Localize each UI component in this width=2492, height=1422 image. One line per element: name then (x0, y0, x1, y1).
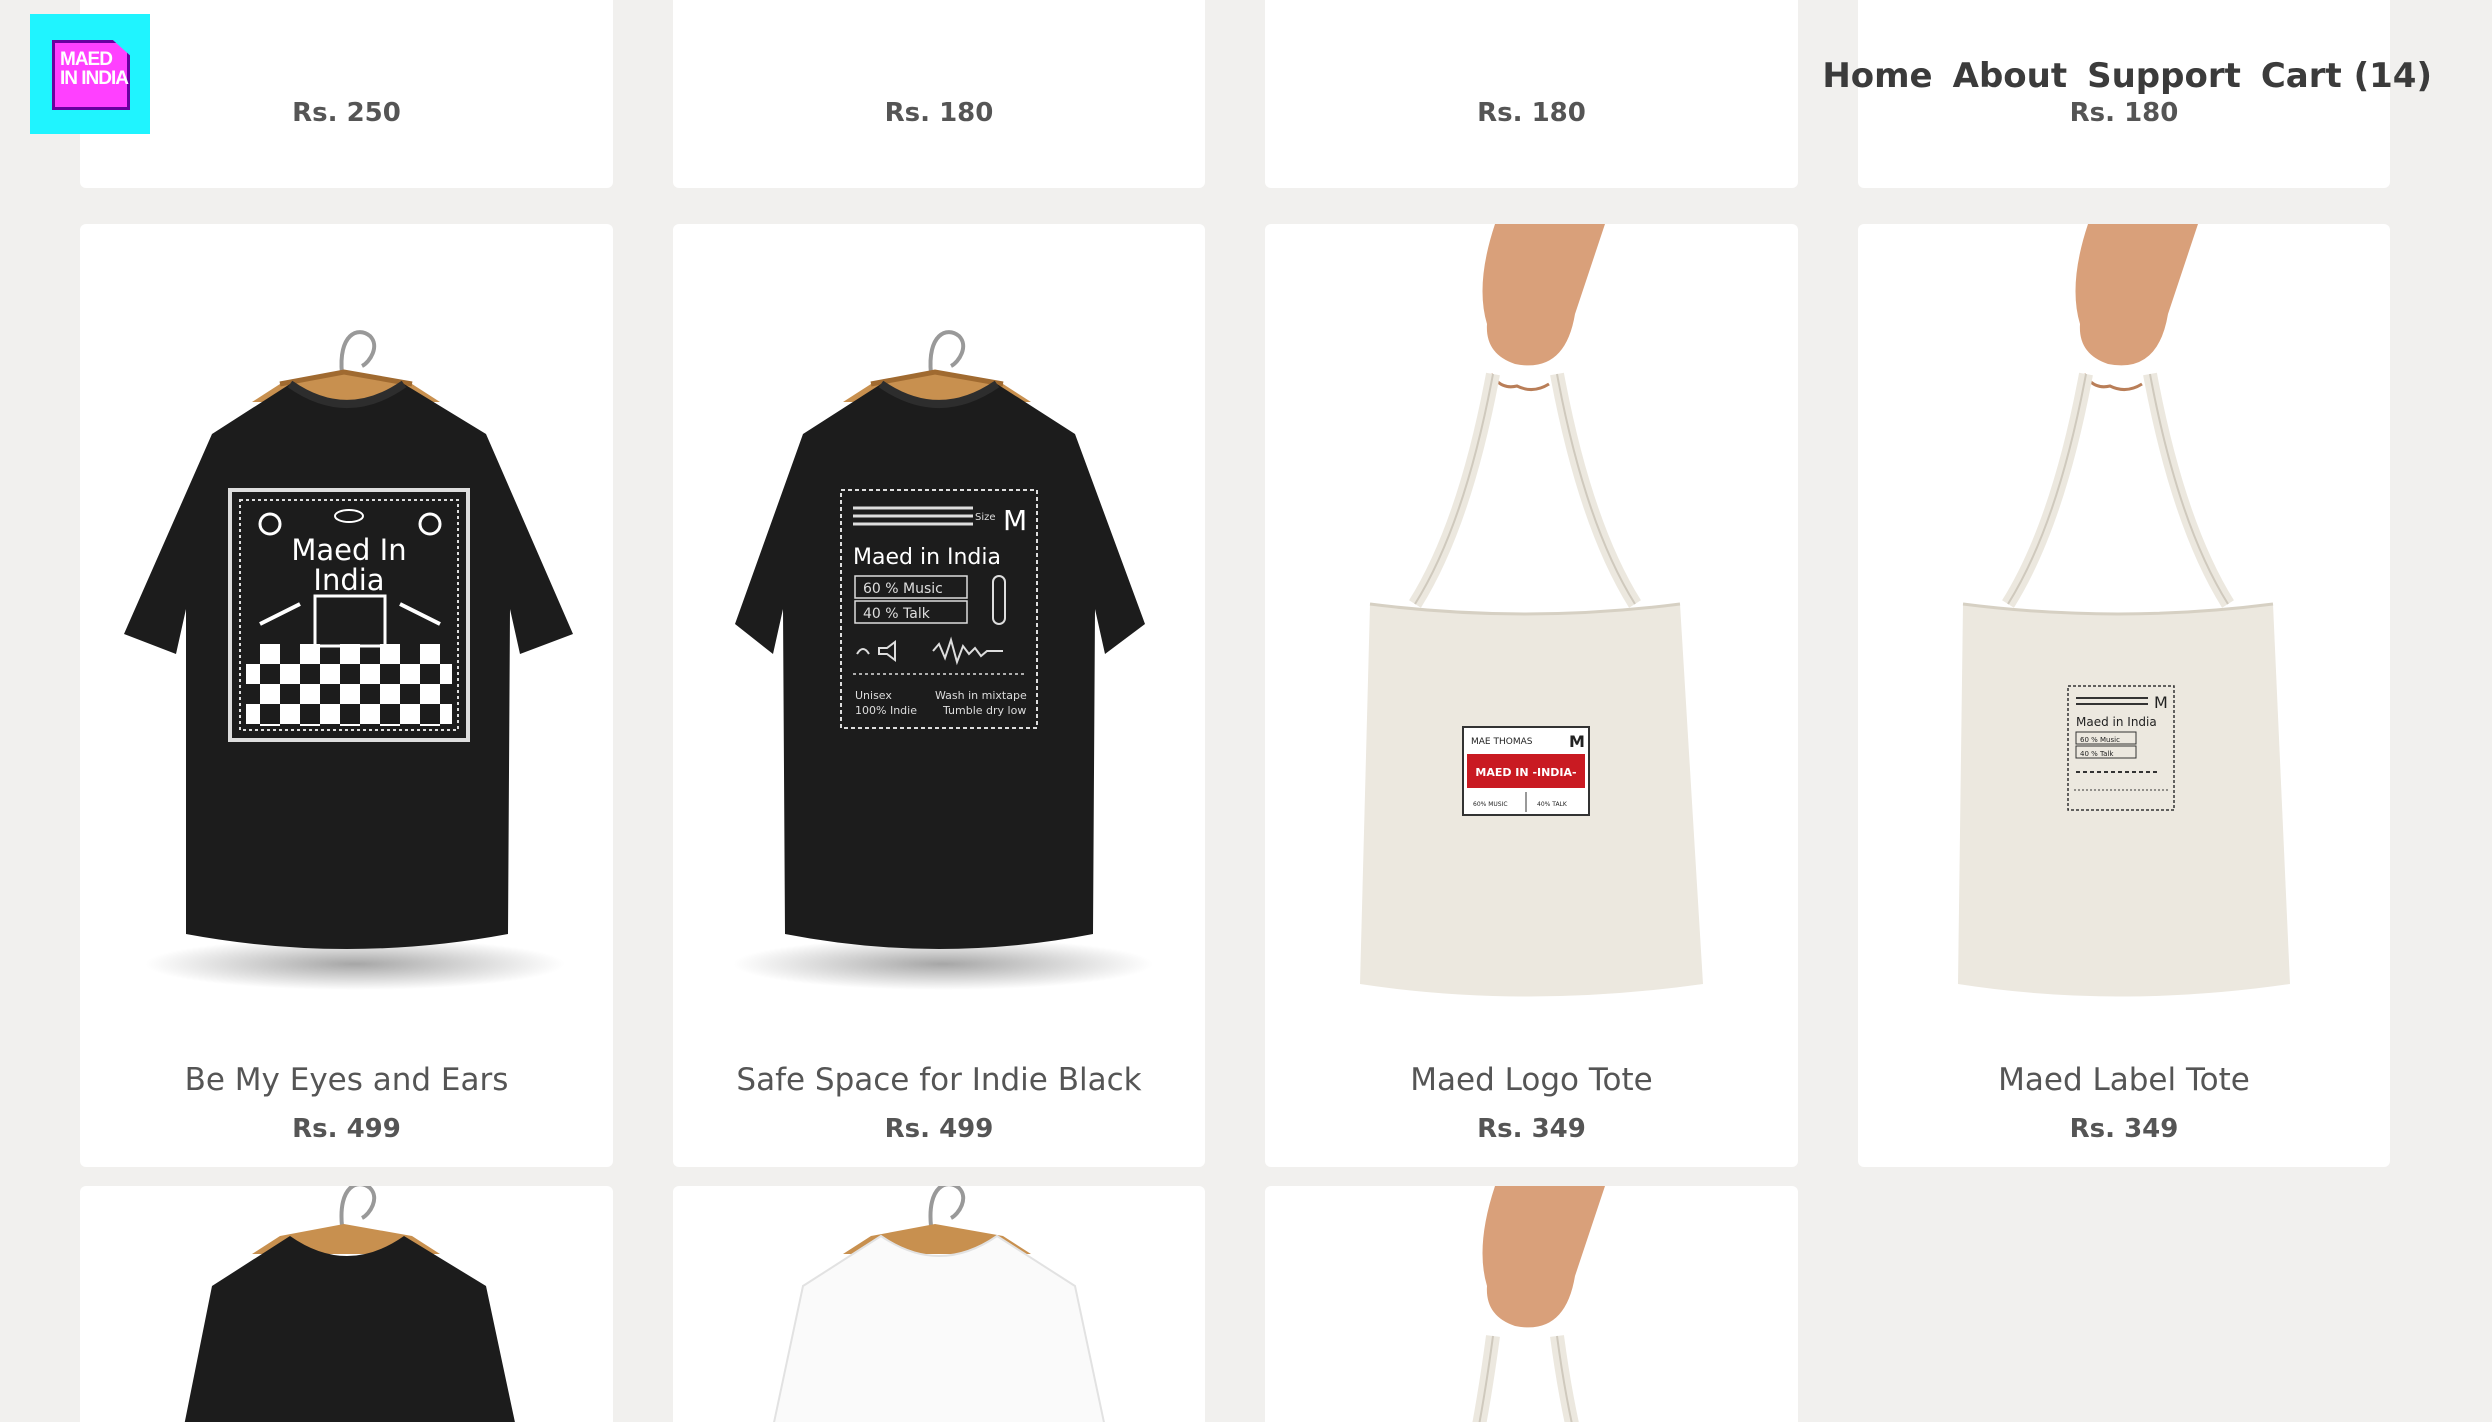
product-title[interactable]: Maed Label Tote (1858, 1062, 2390, 1098)
nav-about-link[interactable]: About (1953, 56, 2067, 96)
print-text: MAE THOMAS (1471, 737, 1533, 747)
print-text: 60 % Music (863, 581, 943, 597)
logo-text: MAED IN INDIA (60, 49, 129, 89)
product-price: Rs. 349 (2069, 1114, 2179, 1144)
product-price: Rs. 499 (292, 1114, 401, 1144)
print-text: 60 % Music (2080, 736, 2120, 744)
print-text: 40 % Talk (2080, 750, 2114, 758)
print-text: 60% MUSIC (1473, 801, 1508, 808)
product-image-tote-bag[interactable] (1265, 1186, 1798, 1422)
print-text: Tumble dry low (942, 704, 1026, 717)
print-text: Maed in India (853, 545, 1001, 570)
product-image-tote-bag[interactable]: M Maed in India 60 % Music 40 % Talk (1858, 224, 2390, 1044)
product-card[interactable] (80, 1186, 613, 1422)
product-image-tote-bag[interactable]: MAE THOMAS M MAED IN -INDIA- 60% MUSIC 4… (1265, 224, 1798, 1044)
product-image-black-tshirt[interactable] (80, 1186, 613, 1422)
product-card[interactable] (673, 1186, 1205, 1422)
nav-support-link[interactable]: Support (2087, 56, 2241, 96)
product-title[interactable]: Be My Eyes and Ears (80, 1062, 613, 1098)
product-card[interactable]: MAE THOMAS M MAED IN -INDIA- 60% MUSIC 4… (1265, 224, 1798, 1167)
print-text: Maed In (291, 533, 406, 567)
product-card[interactable]: M Maed in India 60 % Music 40 % Talk Mae… (1858, 224, 2390, 1167)
product-image-black-tshirt[interactable]: Size M Maed in India 60 % Music 40 % Tal… (673, 224, 1205, 1044)
product-price: Rs. 499 (884, 1114, 994, 1144)
product-card[interactable]: Size M Maed in India 60 % Music 40 % Tal… (673, 224, 1205, 1167)
print-text: MAED IN -INDIA- (1475, 766, 1576, 779)
print-text: Size (975, 512, 996, 523)
print-text: 40 % Talk (863, 606, 931, 622)
nav-cart-link[interactable]: Cart (14) (2261, 56, 2432, 96)
print-text: M (2154, 693, 2168, 712)
print-text: M (1003, 504, 1027, 537)
main-nav: Home About Support Cart (14) (1822, 56, 2432, 96)
product-title[interactable]: Maed Logo Tote (1265, 1062, 1798, 1098)
print-text: Maed in India (2076, 715, 2157, 729)
product-image-black-tshirt[interactable]: Maed In India (80, 224, 613, 1044)
product-title[interactable]: Safe Space for Indie Black (673, 1062, 1205, 1098)
print-text: Unisex (855, 689, 892, 702)
nav-home-link[interactable]: Home (1822, 56, 1932, 96)
product-card[interactable]: Maed In India Be My Eyes and Ears Rs. 49… (80, 224, 613, 1167)
print-text: India (313, 563, 384, 597)
site-header: MAED IN INDIA Home About Support Cart (1… (0, 0, 2492, 140)
print-text: Wash in mixtape (935, 689, 1027, 702)
print-text: 100% Indie (855, 704, 917, 717)
brand-logo[interactable]: MAED IN INDIA (30, 14, 150, 134)
product-card[interactable] (1265, 1186, 1798, 1422)
print-text: M (1569, 732, 1585, 751)
product-price: Rs. 349 (1477, 1114, 1586, 1144)
print-text: 40% TALK (1537, 801, 1568, 808)
product-image-white-tshirt[interactable] (673, 1186, 1205, 1422)
